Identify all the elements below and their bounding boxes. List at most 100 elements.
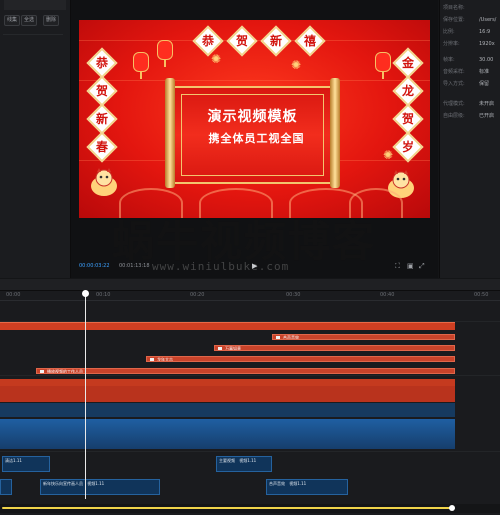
wave-decor [119,188,183,218]
fit-screen-icon[interactable]: ⛶ [395,262,403,270]
inspector-row: 导入方式: 保留 [443,80,500,88]
inspector-value: 16:9 [479,29,491,35]
char-text: 贺 [95,84,108,98]
filter-chip-3[interactable]: 删除 [43,15,60,26]
inspector-value: 已开启 [479,113,495,119]
filter-chip-2[interactable]: 全选 [21,15,38,26]
fullscreen-icon[interactable]: ⤢ [419,262,427,270]
scroll-rod-right [330,78,340,188]
ruler-tick-label: 00:50 [474,292,489,298]
video-clip[interactable] [0,386,455,402]
timeline-toolbar [0,279,500,291]
char-text: 金 [401,56,414,70]
inspector-row: 保存位置: /Users/ [443,16,500,24]
ruler-tick-label: 00:40 [380,292,395,298]
inspector-value: 未开启 [479,101,495,107]
char-text: 恭 [95,56,108,70]
scroll-banner: 演示视频模板 携全体员工视全国 [165,78,340,188]
audio-clip[interactable] [0,403,455,417]
ruler-tick-label: 00:10 [96,292,111,298]
char-text: 贺 [235,34,248,48]
transport-bar: 00:00:03:22 00:01:13:18 ▶ ⛶ ▣ ⤢ [79,262,430,272]
inspector-key: 帧率: [443,57,455,63]
ruler-tick-label: 00:20 [190,292,205,298]
timeline-scrollbar[interactable] [0,504,500,513]
time-ruler[interactable]: 00:00 00:10 00:20 00:30 00:40 00:50 [0,291,500,301]
media-panel: 线集 全选 删除 [0,0,71,278]
firework-icon: ✺ [383,148,394,162]
filter-chip-1[interactable]: 线集 [4,15,21,26]
audio-waveform-clip[interactable] [0,419,455,449]
inspector-value: 30.00 [479,57,494,63]
inspector-value: /Users/ [479,17,497,23]
panel-divider [3,34,63,35]
inspector-key: 导入方式: [443,81,465,87]
inspector-row: 帧率: 30.00 [443,56,500,64]
char-text: 恭 [201,34,214,48]
inspector-value: 标准 [479,69,490,75]
char-text: 岁 [401,140,414,154]
lantern-icon [133,52,149,79]
char-text: 龙 [401,84,414,98]
media-clip[interactable] [0,479,12,495]
scroll-paper: 演示视频模板 携全体员工视全国 [175,86,330,184]
timeline-panel: 00:00 00:10 00:20 00:30 00:40 00:50 合声音效… [0,279,500,515]
text-clip[interactable]: 播放视频的工作人员 [36,368,455,374]
playhead-line[interactable] [85,294,86,499]
inspector-row: 比例: 16:9 [443,28,500,36]
inspector-row: 代理模式: 未开启 [443,100,500,108]
inspector-row: 分辨率: 1920x [443,40,500,48]
dragon-mascot-icon [91,168,117,196]
media-clip-label: 视频1.11 [239,458,257,463]
play-icon[interactable]: ▶ [252,262,260,270]
lantern-icon [375,52,391,79]
inspector-key: 分辨率: [443,41,460,47]
char-text: 新 [95,112,108,126]
video-subtitle: 携全体员工视全国 [208,132,305,145]
inspector-row: 项目名称: [443,4,500,12]
firework-icon: ✺ [211,52,222,66]
track-divider [0,375,500,376]
media-clip[interactable]: 新年快乐向宣传画人员 视频1.11 [40,479,160,495]
lantern-icon [157,40,173,67]
text-clip[interactable]: 合声音效 [272,334,455,340]
media-clip[interactable]: 主要视频 视频1.11 [216,456,272,472]
video-title: 演示视频模板 [207,109,298,125]
inspector-key: 自由层级: [443,113,465,119]
media-clip-label: 合声音效 [269,481,285,486]
inspector-key: 代理模式: [443,101,465,107]
video-clip-strip[interactable] [0,379,455,386]
title-clip-main[interactable] [0,322,455,330]
preview-viewer: 恭 贺 新 春 恭 贺 新 禧 金 龙 贺 岁 ✺ ✺ ✺ 演示视频模板 携全体… [71,0,438,278]
media-thumbnail-strip[interactable] [4,0,66,10]
inspector-value: 1920x [479,41,495,47]
char-text: 贺 [401,112,414,126]
inspector-key: 比例: [443,29,455,35]
ratio-icon[interactable]: ▣ [407,262,415,270]
media-clip[interactable]: 清洁1.11 [2,456,50,472]
text-clip[interactable]: 万事如意 [214,345,455,351]
playhead-handle[interactable] [82,290,89,297]
media-clip-label: 新年快乐向宣传画人员 [43,481,83,486]
total-timecode: 00:01:13:18 [119,263,150,269]
scroll-rod-left [165,78,175,188]
scrollbar-knob[interactable] [449,505,455,511]
text-clip[interactable]: 龙年大吉 [146,356,455,362]
inspector-row: 自由层级: 已开启 [443,112,500,120]
wave-decor [199,188,273,218]
track-divider [0,451,500,452]
current-timecode: 00:00:03:22 [79,263,110,269]
firework-icon: ✺ [291,58,302,72]
video-frame[interactable]: 恭 贺 新 春 恭 贺 新 禧 金 龙 贺 岁 ✺ ✺ ✺ 演示视频模板 携全体… [79,20,430,218]
media-clip[interactable]: 合声音效 视频1.11 [266,479,348,495]
media-clip-label: 视频1.11 [87,481,105,486]
scrollbar-thumb[interactable] [2,507,452,509]
media-clip-label: 主要视频 [219,458,235,463]
ruler-tick-label: 00:00 [6,292,21,298]
inspector-key: 音频采样: [443,69,465,75]
char-text: 春 [95,140,108,154]
inspector-key: 项目名称: [443,5,465,11]
inspector-key: 保存位置: [443,17,465,23]
char-text: 禧 [303,34,316,48]
wave-decor [349,188,403,218]
